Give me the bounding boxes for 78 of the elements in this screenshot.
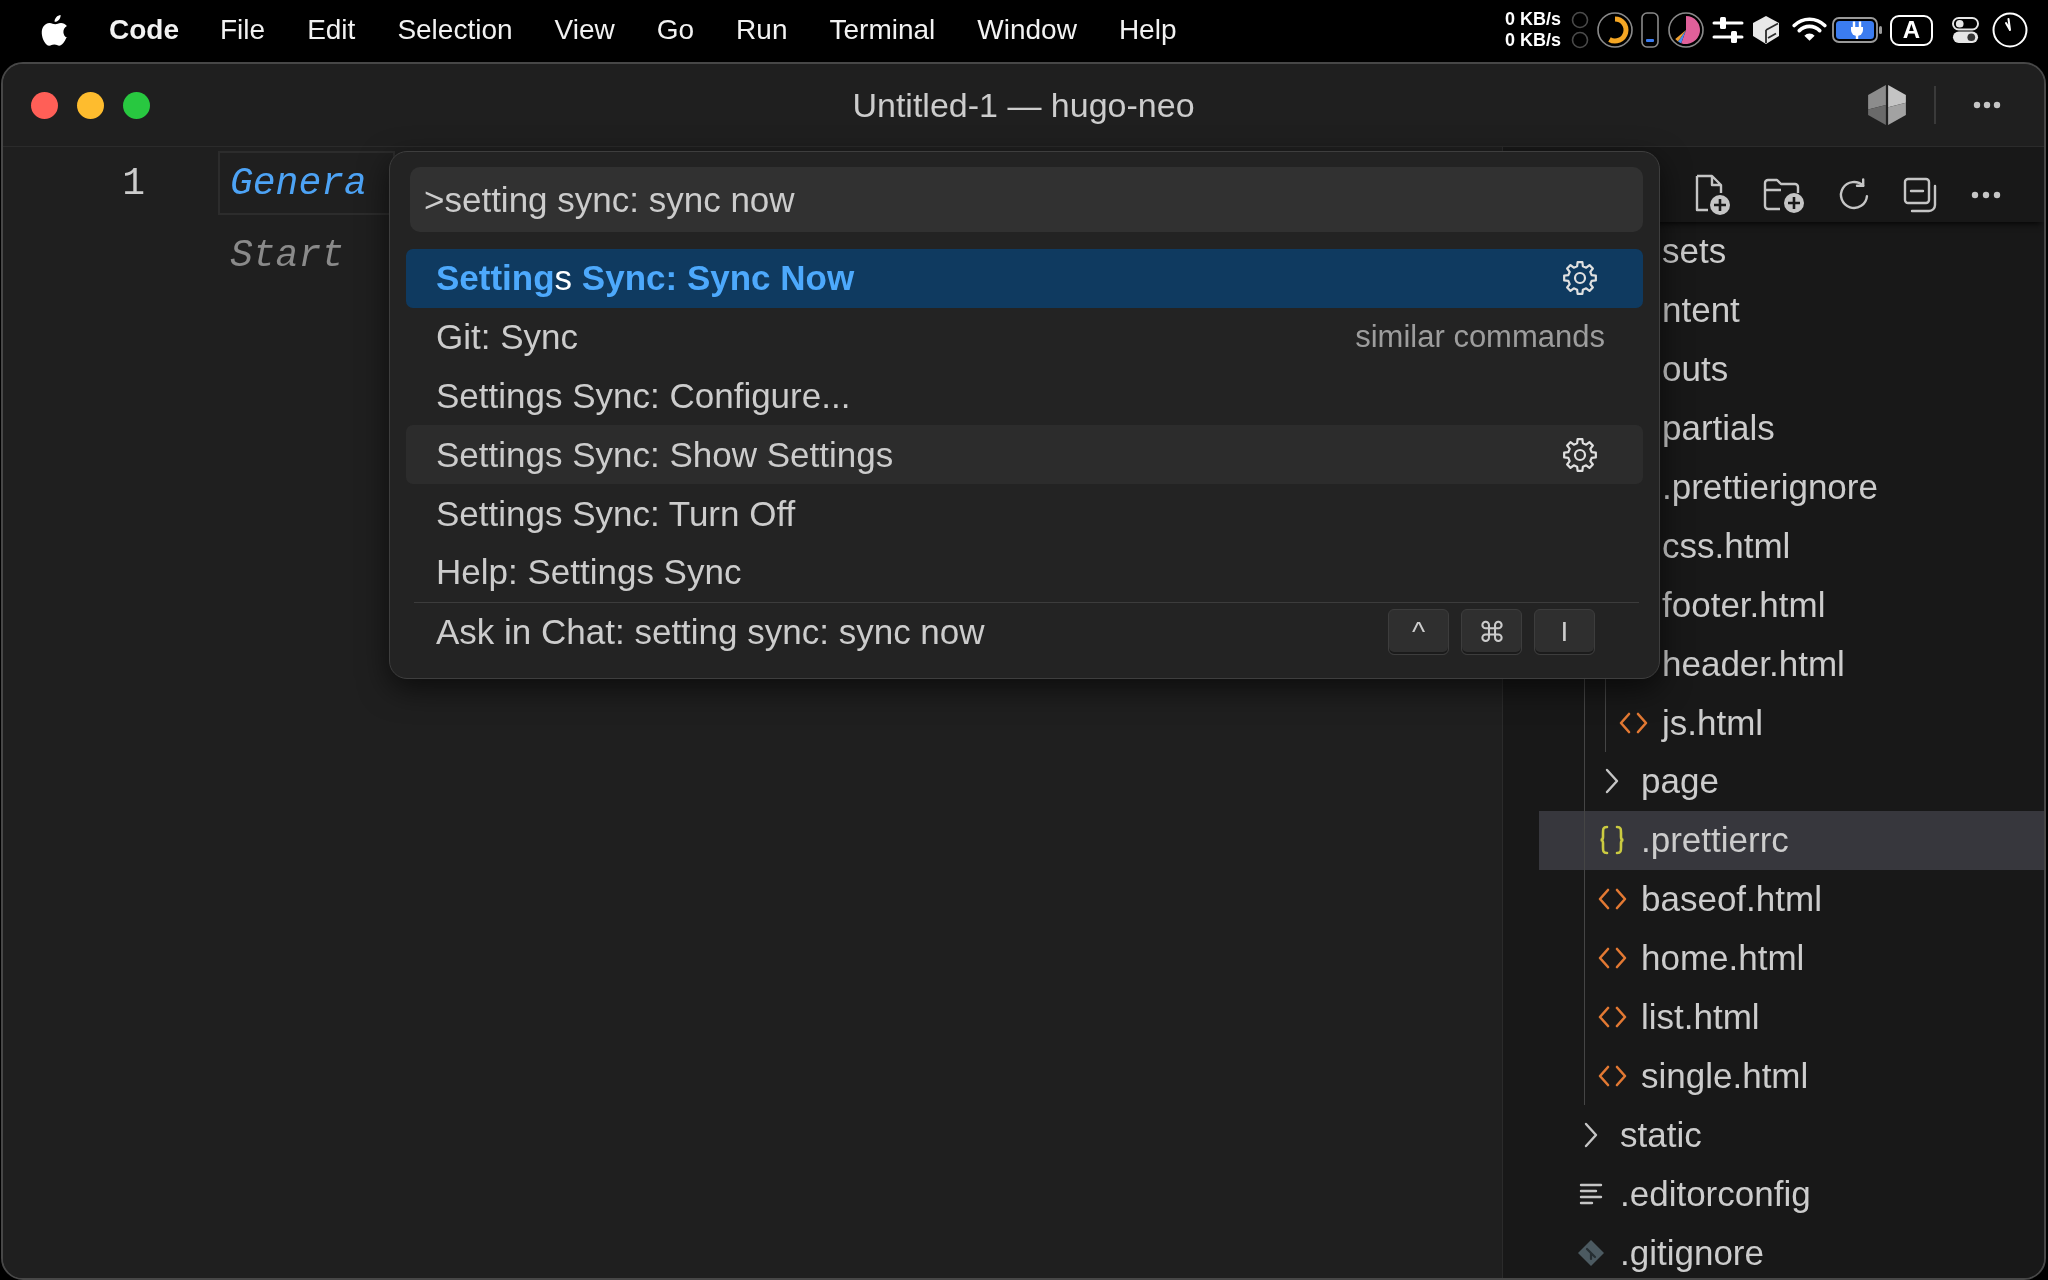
hexagon-icon[interactable] [1867,85,1907,125]
more-icon[interactable] [1971,190,2001,199]
command-item[interactable]: Settings Sync: Show Settings [406,425,1643,485]
minimize-button[interactable] [77,91,104,119]
tree-item[interactable]: ntent [1662,290,1740,331]
close-button[interactable] [31,91,58,119]
command-item[interactable]: Settings Sync: Turn Off [406,484,1643,543]
tree-item[interactable]: css.html [1662,525,1791,566]
menu-item[interactable]: Selection [397,14,513,46]
gear-icon[interactable] [1562,436,1598,473]
chevron-right-icon[interactable] [1584,1121,1598,1148]
tree-item[interactable]: header.html [1662,643,1845,684]
app-menu[interactable]: Code [109,14,179,46]
tree-item[interactable]: .prettierignore [1662,467,1878,507]
menu-item[interactable]: Window [977,14,1077,46]
command-item[interactable]: Help: Settings Sync [406,543,1643,602]
toggles-icon[interactable] [1952,15,1979,45]
wifi-icon[interactable] [1792,17,1827,43]
menu-item[interactable]: Run [736,14,788,46]
pie-chart-icon[interactable] [1668,12,1704,48]
command-input[interactable]: >setting sync: sync now [410,167,1643,232]
keyboard-key: I [1534,609,1595,656]
menu-item[interactable]: File [220,14,266,46]
window-title: Untitled-1 — hugo-neo [852,85,1195,125]
network-speed: 0 KB/s [1504,9,1561,30]
tree-item[interactable]: outs [1662,349,1729,390]
hint-text: Start [230,233,345,277]
battery-icon[interactable] [1641,12,1659,48]
tree-item[interactable]: home.html [1539,928,2044,988]
tree-item[interactable]: .editorconfig [1539,1164,2044,1224]
apple-logo-icon[interactable] [40,14,69,46]
more-icon[interactable] [1973,101,2001,109]
line-number: 1 [122,161,145,205]
network-speed: 0 KB/s [1504,30,1561,51]
command-item[interactable]: Git: Sync similar commands [406,307,1643,367]
command-item[interactable]: Settings Sync: Sync Now [406,249,1643,308]
cube-icon[interactable] [1752,15,1780,45]
code-brackets-icon [1597,888,1627,911]
sliders-icon[interactable] [1712,14,1744,46]
keyboard-key: ⌘ [1461,609,1522,656]
code-brackets-icon [1597,947,1627,970]
tree-item[interactable]: baseof.html [1539,869,2044,929]
command-item[interactable]: Settings Sync: Configure... [406,366,1643,426]
command-item[interactable]: Ask in Chat: setting sync: sync now ^ ⌘ I [406,602,1643,662]
collapse-all-icon[interactable] [1903,176,1939,213]
clock-icon[interactable] [1992,12,2028,48]
group-label: similar commands [1355,319,1605,356]
tree-item[interactable]: partials [1662,408,1775,449]
menu-item[interactable]: Edit [307,14,356,46]
menu-item[interactable]: Go [656,14,695,46]
chevron-right-icon[interactable] [1605,768,1619,795]
code-brackets-icon [1597,1006,1627,1028]
maximize-button[interactable] [123,91,150,119]
menu-item[interactable]: View [554,14,615,46]
tree-item[interactable]: single.html [1539,1046,2044,1106]
tree-item[interactable]: js.html [1539,693,2044,752]
gear-icon[interactable] [1562,260,1598,297]
tree-item[interactable]: .gitignore [1539,1223,2044,1278]
text-lines-icon [1579,1182,1603,1205]
braces-icon [1599,825,1625,856]
menu-item[interactable]: Help [1118,14,1177,46]
tree-item[interactable]: static [1539,1105,2044,1165]
hint-text: Genera [230,161,367,205]
new-file-icon[interactable] [1695,173,1731,216]
tree-item[interactable]: .prettierrc [1539,810,2044,870]
tree-item[interactable]: sets [1662,231,1727,272]
ring-gauge-icon[interactable] [1597,12,1633,48]
code-brackets-icon [1618,711,1648,734]
battery-charging-icon[interactable] [1832,17,1882,43]
input-source-menu[interactable]: A [1890,14,1933,46]
tree-item[interactable]: list.html [1539,987,2044,1047]
git-diamond-icon [1577,1238,1605,1267]
code-brackets-icon [1597,1064,1627,1087]
menu-item[interactable]: Terminal [829,14,936,46]
tree-item[interactable]: page [1539,752,2044,811]
keyboard-key: ^ [1388,609,1449,656]
tree-item[interactable]: footer.html [1662,584,1826,625]
refresh-icon[interactable] [1837,177,1871,212]
